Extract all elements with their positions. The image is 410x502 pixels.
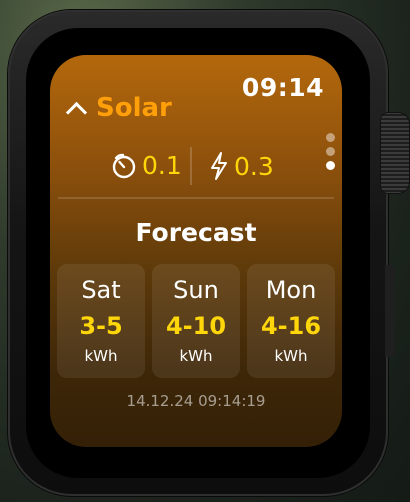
digital-crown[interactable] xyxy=(380,112,410,194)
forecast-unit: kWh xyxy=(84,347,118,365)
timer-icon xyxy=(112,153,136,178)
page-dot-active xyxy=(326,161,335,170)
page-dot xyxy=(326,147,335,156)
forecast-day: Sun xyxy=(173,276,219,304)
bolt-icon xyxy=(211,152,227,180)
status-time: 09:14 xyxy=(241,73,324,102)
stat-right-value: 0.3 xyxy=(234,151,274,181)
forecast-range: 3-5 xyxy=(79,312,123,340)
forecast-cards: Sat 3-5 kWh Sun 4-10 kWh Mon 4-16 kWh xyxy=(57,264,335,378)
page-title: Solar xyxy=(96,93,172,123)
back-button[interactable]: Solar xyxy=(65,93,172,123)
page-dot xyxy=(326,133,335,142)
forecast-card-sat: Sat 3-5 kWh xyxy=(57,264,145,378)
forecast-card-mon: Mon 4-16 kWh xyxy=(247,264,335,378)
stat-left-value: 0.1 xyxy=(142,151,182,180)
forecast-unit: kWh xyxy=(274,347,308,365)
forecast-day: Mon xyxy=(265,276,317,304)
chevron-up-icon xyxy=(65,101,88,123)
side-button[interactable] xyxy=(385,265,395,357)
forecast-unit: kWh xyxy=(179,347,213,365)
page-indicator xyxy=(326,133,335,170)
updated-timestamp: 14.12.24 09:14:19 xyxy=(126,392,266,410)
forecast-day: Sat xyxy=(81,276,121,304)
stat-left: 0.1 xyxy=(110,151,182,180)
divider xyxy=(58,197,334,199)
stat-divider xyxy=(190,147,192,185)
forecast-range: 4-16 xyxy=(260,312,322,340)
forecast-range: 4-10 xyxy=(165,312,227,340)
stats-row: 0.1 0.3 xyxy=(50,145,342,189)
forecast-title: Forecast xyxy=(135,218,257,247)
watch-screen: 09:14 Solar 0.1 0.3 Forecast Sat 3-5 kWh… xyxy=(50,55,342,447)
stat-right: 0.3 xyxy=(208,151,274,181)
forecast-card-sun: Sun 4-10 kWh xyxy=(152,264,240,378)
